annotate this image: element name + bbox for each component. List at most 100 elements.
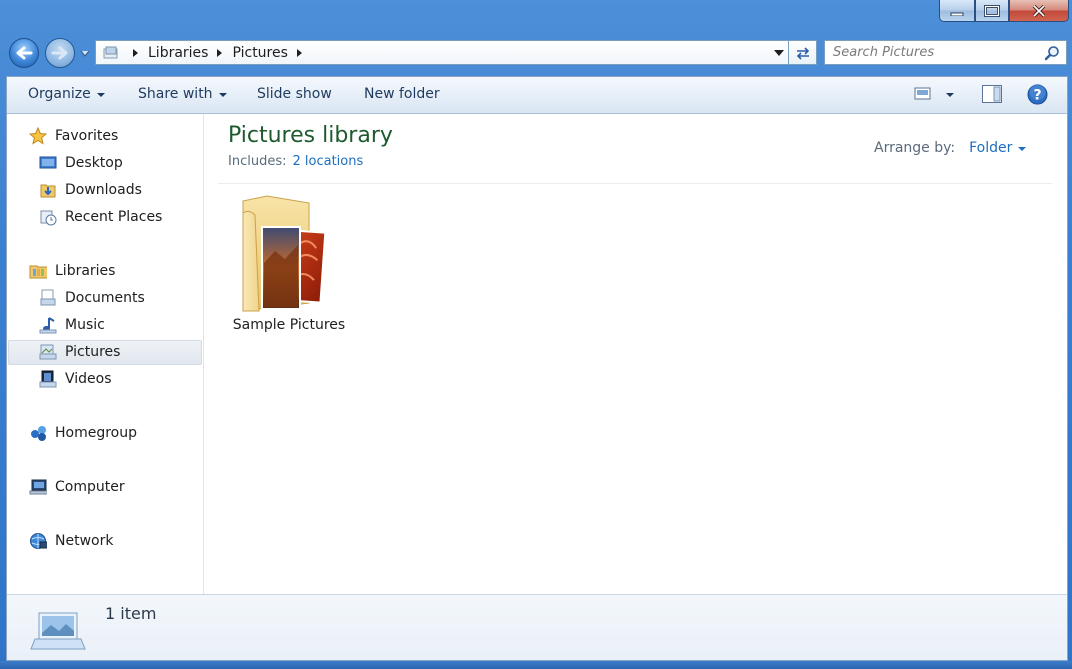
new-folder-button[interactable]: New folder bbox=[364, 86, 440, 102]
sidebar-item-homegroup[interactable]: Homegroup bbox=[29, 421, 137, 445]
item-count: 1 item bbox=[105, 604, 157, 623]
sidebar-item-downloads[interactable]: Downloads bbox=[39, 178, 142, 202]
new-folder-label: New folder bbox=[364, 86, 440, 102]
chevron-down-icon bbox=[774, 50, 784, 56]
documents-icon bbox=[39, 289, 57, 307]
sidebar-item-label: Network bbox=[55, 533, 114, 549]
breadcrumb-separator[interactable] bbox=[296, 48, 302, 57]
change-view-icon bbox=[914, 87, 931, 100]
folder-item-label: Sample Pictures bbox=[232, 317, 346, 333]
computer-icon bbox=[29, 478, 47, 496]
search-icon[interactable] bbox=[1044, 45, 1060, 65]
maximize-button[interactable] bbox=[975, 0, 1009, 22]
breadcrumb-pictures[interactable]: Pictures bbox=[232, 45, 287, 61]
sidebar-item-label: Music bbox=[65, 317, 105, 333]
chevron-down-icon bbox=[96, 93, 105, 97]
locations-link[interactable]: 2 locations bbox=[292, 154, 363, 169]
sidebar-item-recent-places[interactable]: Recent Places bbox=[39, 205, 162, 229]
sidebar-item-desktop[interactable]: Desktop bbox=[39, 151, 123, 175]
includes-label: Includes: bbox=[228, 154, 287, 169]
arrange-label: Arrange by: bbox=[874, 140, 956, 156]
back-button[interactable] bbox=[9, 38, 39, 68]
sidebar-item-label: Libraries bbox=[55, 263, 116, 279]
close-icon bbox=[1032, 4, 1046, 17]
sidebar-item-computer[interactable]: Computer bbox=[29, 475, 125, 499]
music-icon bbox=[39, 316, 57, 334]
folder-item[interactable]: Sample Pictures bbox=[229, 193, 349, 343]
sidebar-item-label: Computer bbox=[55, 479, 125, 495]
downloads-icon bbox=[39, 181, 57, 199]
arrange-by-dropdown[interactable]: Folder bbox=[969, 140, 1027, 156]
change-view-button[interactable] bbox=[914, 87, 932, 101]
minimize-button[interactable] bbox=[939, 0, 975, 22]
address-dropdown[interactable] bbox=[772, 46, 786, 60]
picture-folder-icon bbox=[242, 195, 327, 312]
sidebar-item-documents[interactable]: Documents bbox=[39, 286, 145, 310]
recent-places-icon bbox=[39, 208, 57, 226]
library-location-icon bbox=[102, 45, 120, 61]
window-controls bbox=[939, 0, 1069, 23]
arrange-value: Folder bbox=[969, 140, 1013, 156]
chevron-down-icon bbox=[946, 93, 954, 97]
search-box[interactable] bbox=[824, 40, 1067, 65]
arrange-by: Arrange by: Folder bbox=[874, 140, 1027, 156]
content-pane bbox=[204, 114, 1067, 594]
help-icon: ? bbox=[1027, 84, 1048, 105]
videos-icon bbox=[39, 370, 57, 388]
share-with-label: Share with bbox=[138, 86, 213, 102]
star-icon bbox=[29, 127, 47, 145]
libraries-icon bbox=[29, 262, 47, 280]
breadcrumb-libraries[interactable]: Libraries bbox=[148, 45, 208, 61]
sidebar-item-network[interactable]: Network bbox=[29, 529, 113, 553]
svg-text:?: ? bbox=[1033, 88, 1041, 104]
network-icon bbox=[29, 532, 47, 550]
homegroup-icon bbox=[29, 424, 47, 442]
library-status-icon bbox=[29, 609, 87, 655]
sidebar-item-pictures[interactable]: Pictures bbox=[39, 340, 120, 364]
sidebar-item-label: Pictures bbox=[65, 344, 121, 360]
preview-pane-button[interactable] bbox=[982, 85, 1002, 103]
sidebar-item-label: Desktop bbox=[65, 155, 123, 171]
minimize-icon bbox=[950, 12, 964, 16]
breadcrumb-separator[interactable] bbox=[133, 48, 138, 57]
refresh-icon bbox=[796, 46, 809, 60]
status-bar bbox=[7, 594, 1067, 660]
recent-pages-dropdown[interactable] bbox=[79, 48, 91, 60]
sidebar-item-label: Homegroup bbox=[55, 425, 138, 441]
refresh-button[interactable] bbox=[789, 40, 817, 65]
slide-show-button[interactable]: Slide show bbox=[257, 86, 332, 102]
address-bar[interactable]: Libraries Pictures bbox=[95, 40, 789, 65]
back-arrow-icon bbox=[16, 46, 33, 60]
close-button[interactable] bbox=[1009, 0, 1069, 22]
chevron-down-icon bbox=[80, 50, 90, 57]
search-input[interactable] bbox=[825, 42, 1033, 63]
pictures-icon bbox=[39, 343, 57, 361]
sidebar-item-libraries[interactable]: Libraries bbox=[29, 259, 115, 283]
view-options-dropdown[interactable] bbox=[946, 93, 954, 97]
slide-show-label: Slide show bbox=[257, 86, 332, 102]
forward-arrow-icon bbox=[51, 46, 68, 60]
help-button[interactable]: ? bbox=[1027, 84, 1048, 105]
sidebar-item-label: Downloads bbox=[65, 182, 142, 198]
sidebar-item-label: Recent Places bbox=[65, 209, 163, 225]
sidebar-item-label: Videos bbox=[65, 371, 112, 387]
organize-button[interactable]: Organize bbox=[28, 86, 105, 102]
desktop-icon bbox=[39, 154, 57, 172]
chevron-down-icon bbox=[218, 93, 227, 97]
sidebar-item-videos[interactable]: Videos bbox=[39, 367, 112, 391]
content-divider bbox=[218, 183, 1052, 184]
organize-label: Organize bbox=[28, 86, 91, 102]
breadcrumb-separator[interactable] bbox=[217, 48, 223, 57]
sidebar-item-music[interactable]: Music bbox=[39, 313, 105, 337]
share-with-button[interactable]: Share with bbox=[138, 86, 227, 102]
forward-button[interactable] bbox=[45, 38, 75, 68]
preview-pane-icon bbox=[982, 85, 1002, 103]
page-title: Pictures library bbox=[228, 123, 393, 148]
sidebar-item-favorites[interactable]: Favorites bbox=[29, 124, 118, 148]
sidebar-item-label: Favorites bbox=[55, 128, 119, 144]
chevron-down-icon bbox=[1018, 147, 1027, 151]
sidebar-item-label: Documents bbox=[65, 290, 145, 306]
command-bar: Organize Share with Slide show New folde… bbox=[7, 77, 1067, 114]
maximize-icon bbox=[984, 4, 1000, 17]
library-includes: Includes: 2 locations bbox=[228, 154, 363, 169]
